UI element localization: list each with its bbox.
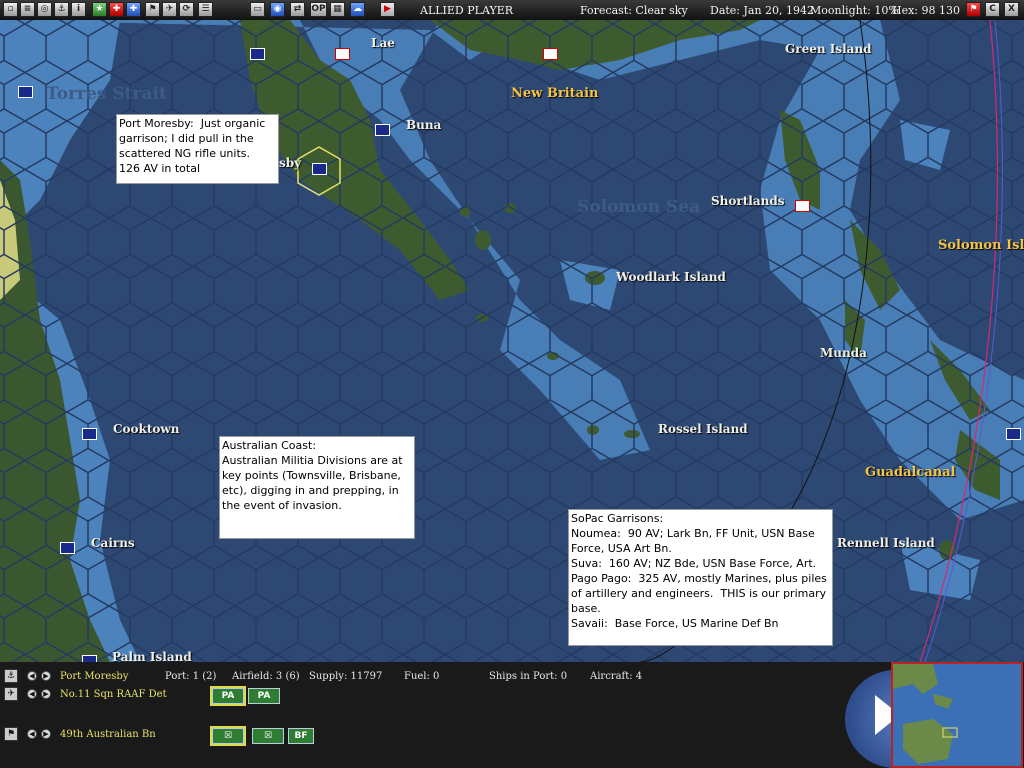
flag-row-icon[interactable]: ⚑: [4, 727, 18, 741]
allied-flag-icon[interactable]: [1006, 428, 1021, 440]
port-size: Port: 1 (2): [165, 671, 217, 682]
prev-ground-arrow-icon[interactable]: ◀: [27, 729, 37, 739]
flag-icon[interactable]: ⚑: [145, 2, 160, 17]
anchor-icon[interactable]: ⚓: [4, 669, 18, 683]
map-toggle-icon[interactable]: ▦: [330, 2, 345, 17]
star-icon[interactable]: ★: [92, 2, 107, 17]
cloud-icon[interactable]: ☁: [350, 2, 365, 17]
fuel-value: Fuel: 0: [404, 671, 440, 682]
base-name[interactable]: Port Moresby: [60, 671, 128, 682]
allied-flag-icon[interactable]: [82, 655, 97, 662]
ship-icon[interactable]: ⚓: [54, 2, 69, 17]
aircraft-count: Aircraft: 4: [590, 671, 643, 682]
aircraft-icon[interactable]: ✈: [162, 2, 177, 17]
map-label-munda: Munda: [820, 346, 867, 360]
prev-air-arrow-icon[interactable]: ◀: [27, 689, 37, 699]
prev-base-arrow-icon[interactable]: ◀: [27, 671, 37, 681]
air-unit-button[interactable]: PA: [248, 688, 280, 704]
map-label-lae: Lae: [371, 36, 395, 50]
air-unit-button[interactable]: PA: [210, 686, 246, 706]
document-icon[interactable]: ≡: [20, 2, 35, 17]
allied-flag-icon[interactable]: [250, 48, 265, 60]
map-label-new-britain: New Britain: [511, 86, 599, 101]
map-label-cairns: Cairns: [91, 536, 135, 550]
air-unit-name[interactable]: No.11 Sqn RAAF Det: [60, 689, 167, 700]
allied-flag-icon[interactable]: [82, 428, 97, 440]
map-label-palm-island: Palm Island: [112, 650, 192, 662]
map-label-woodlark-island: Woodlark Island: [616, 270, 726, 284]
japanese-flag-icon[interactable]: [543, 48, 558, 60]
allied-flag-icon[interactable]: [18, 86, 33, 98]
map-label-port-moresby: sby: [279, 156, 302, 170]
window-icon[interactable]: ▫: [3, 2, 18, 17]
forecast-label: Forecast: Clear sky: [580, 4, 688, 17]
refresh-icon[interactable]: ⟳: [179, 2, 194, 17]
map-label-rennell-island: Rennell Island: [837, 536, 935, 550]
top-toolbar: ▫ ≡ ◎ ⚓ i ★ ✚ ✚ ⚑ ✈ ⟳ ☰ ▭ ◉ ⇄ OP ▦ ☁ ▶ A…: [0, 0, 1024, 21]
close-icon[interactable]: X: [1004, 2, 1019, 17]
op-button[interactable]: OP: [310, 2, 327, 17]
minimap[interactable]: [891, 662, 1023, 768]
status-panel: ⚓ ◀ ▶ Port Moresby Port: 1 (2) Airfield:…: [0, 662, 1024, 768]
moonlight-label: Moonlight: 10%: [810, 4, 899, 17]
transfer-icon[interactable]: ⇄: [290, 2, 305, 17]
infantry-unit-button[interactable]: ☒: [252, 728, 284, 744]
info-icon[interactable]: i: [71, 2, 86, 17]
list-icon[interactable]: ☰: [198, 2, 213, 17]
minimap-land: [893, 664, 1021, 766]
date-label: Date: Jan 20, 1942: [710, 4, 815, 17]
player-label: ALLIED PLAYER: [420, 4, 514, 17]
port-moresby-note: Port Moresby: Just organic garrison; I d…: [116, 114, 279, 184]
next-ground-arrow-icon[interactable]: ▶: [41, 729, 51, 739]
flag-red-icon[interactable]: ⚑: [966, 2, 981, 17]
airfield-size: Airfield: 3 (6): [232, 671, 300, 682]
map-label-buna: Buna: [406, 118, 442, 132]
map-label-torres-strait: Torres Strait: [46, 84, 167, 104]
next-air-arrow-icon[interactable]: ▶: [41, 689, 51, 699]
map-label-green-island: Green Island: [785, 42, 872, 56]
next-base-arrow-icon[interactable]: ▶: [41, 671, 51, 681]
cross-red-icon[interactable]: ✚: [109, 2, 124, 17]
ships-in-port-value: Ships in Port: 0: [489, 671, 568, 682]
target-icon[interactable]: ◎: [37, 2, 52, 17]
sopac-garrisons-note: SoPac Garrisons: Noumea: 90 AV; Lark Bn,…: [568, 509, 833, 646]
supply-value: Supply: 11797: [309, 671, 383, 682]
hex-label: Hex: 98 130: [892, 4, 960, 17]
allied-flag-icon[interactable]: [60, 542, 75, 554]
japanese-flag-icon[interactable]: [335, 48, 350, 60]
map-label-rossel-island: Rossel Island: [658, 422, 748, 436]
menu-icon[interactable]: ▭: [250, 2, 265, 17]
end-turn-icon[interactable]: ▶: [380, 2, 395, 17]
globe-icon[interactable]: ◉: [270, 2, 285, 17]
base-force-button[interactable]: BF: [288, 728, 314, 744]
map-label-cooktown: Cooktown: [113, 422, 180, 436]
infantry-unit-button[interactable]: ☒: [210, 726, 246, 746]
cross-blue-icon[interactable]: ✚: [126, 2, 141, 17]
australian-coast-note: Australian Coast: Australian Militia Div…: [219, 436, 415, 539]
aircraft-row-icon[interactable]: ✈: [4, 687, 18, 701]
allied-flag-icon[interactable]: [375, 124, 390, 136]
c-button[interactable]: C: [985, 2, 1000, 17]
map-label-guadalcanal: Guadalcanal: [865, 465, 956, 480]
map-label-solomon-islands: Solomon Isla: [938, 238, 1024, 253]
map-label-shortlands: Shortlands: [711, 194, 785, 208]
hex-map[interactable]: Lae Green Island Torres Strait New Brita…: [0, 20, 1024, 662]
allied-flag-icon[interactable]: [312, 163, 327, 175]
ground-unit-name[interactable]: 49th Australian Bn: [60, 729, 156, 740]
japanese-flag-icon[interactable]: [795, 200, 810, 212]
map-label-solomon-sea: Solomon Sea: [577, 197, 701, 217]
